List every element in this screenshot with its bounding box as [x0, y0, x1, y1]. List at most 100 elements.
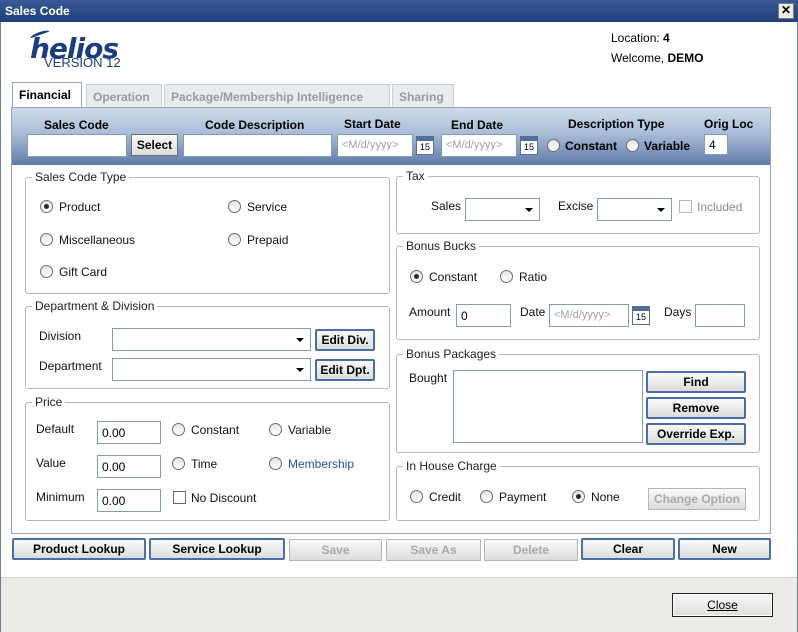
edit-division-button[interactable]: Edit Div. [315, 329, 375, 351]
bonus-amount-label: Amount [409, 305, 451, 319]
price-membership-label: Membership [288, 457, 355, 471]
start-date-input[interactable]: <M/d/yyyy> [337, 134, 413, 157]
change-option-button[interactable]: Change Option [648, 488, 746, 510]
bonus-days-label: Days [664, 305, 692, 319]
bonus-date-calendar-icon[interactable]: 15 [632, 306, 650, 325]
type-miscellaneous-label: Miscellaneous [59, 233, 136, 247]
bonus-packages-title: Bonus Packages [403, 347, 500, 361]
type-product-label: Product [59, 200, 101, 214]
find-button[interactable]: Find [646, 371, 746, 393]
title-bar: Sales Code ✕ [0, 0, 798, 22]
description-type-constant-label: Constant [565, 139, 617, 153]
department-division-title: Department & Division [32, 299, 158, 313]
close-button[interactable]: Close [672, 593, 773, 617]
charge-none-radio[interactable] [572, 490, 585, 503]
window-title: Sales Code [5, 4, 70, 18]
sales-code-input[interactable] [27, 134, 127, 157]
chevron-down-icon [657, 208, 665, 212]
bonus-ratio-radio[interactable] [500, 270, 513, 283]
end-date-input[interactable]: <M/d/yyyy> [441, 134, 517, 157]
description-type-constant-radio[interactable] [547, 139, 560, 152]
location-info: Location: 4 [611, 31, 670, 45]
service-lookup-button[interactable]: Service Lookup [149, 538, 285, 560]
save-button[interactable]: Save [289, 539, 382, 561]
override-expiration-button[interactable]: Override Exp. [646, 423, 746, 445]
edit-department-button[interactable]: Edit Dpt. [315, 359, 375, 381]
tab-operation[interactable]: Operation [86, 84, 162, 108]
price-default-input[interactable]: 0.00 [97, 421, 161, 444]
clear-button[interactable]: Clear [581, 538, 675, 560]
bonus-date-input[interactable]: <M/d/yyyy> [549, 304, 629, 327]
tax-included-checkbox[interactable] [679, 200, 692, 213]
type-gift-card-label: Gift Card [59, 265, 108, 279]
bonus-constant-label: Constant [429, 270, 478, 284]
start-date-calendar-icon[interactable]: 15 [416, 136, 434, 155]
logo-version: VERSION 12 [44, 55, 121, 70]
description-type-variable-label: Variable [644, 139, 691, 153]
charge-credit-label: Credit [429, 490, 462, 504]
delete-button[interactable]: Delete [484, 539, 578, 561]
location-value: 4 [663, 31, 670, 45]
welcome-user: DEMO [667, 51, 704, 65]
price-title: Price [32, 395, 66, 409]
bonus-constant-radio[interactable] [410, 270, 423, 283]
close-window-icon[interactable]: ✕ [778, 3, 794, 19]
type-miscellaneous-radio[interactable] [40, 233, 53, 246]
tax-sales-label: Sales [431, 199, 462, 213]
price-value-label: Value [36, 456, 66, 470]
type-service-radio[interactable] [228, 200, 241, 213]
type-prepaid-radio[interactable] [228, 233, 241, 246]
price-minimum-input[interactable]: 0.00 [97, 489, 161, 512]
welcome-info: Welcome, DEMO [611, 51, 703, 65]
charge-payment-radio[interactable] [480, 490, 493, 503]
department-dropdown[interactable] [112, 358, 311, 381]
bonus-days-input[interactable] [695, 304, 745, 327]
end-date-label: End Date [451, 118, 504, 132]
orig-loc-input[interactable]: 4 [704, 134, 728, 155]
tax-excise-dropdown[interactable] [597, 198, 672, 221]
division-dropdown[interactable] [112, 328, 311, 351]
remove-button[interactable]: Remove [646, 397, 746, 419]
tax-excise-label: Excise [558, 199, 594, 213]
save-as-button[interactable]: Save As [386, 539, 481, 561]
bonus-bucks-title: Bonus Bucks [403, 239, 480, 253]
type-product-radio[interactable] [40, 200, 53, 213]
select-button[interactable]: Select [131, 134, 178, 156]
price-constant-label: Constant [191, 423, 240, 437]
bonus-ratio-label: Ratio [519, 270, 548, 284]
tab-financial[interactable]: Financial [12, 82, 82, 109]
charge-none-label: None [591, 490, 620, 504]
bonus-amount-input[interactable]: 0 [456, 304, 511, 327]
price-time-label: Time [191, 457, 218, 471]
tax-title: Tax [403, 169, 428, 183]
description-type-variable-radio[interactable] [626, 139, 639, 152]
price-time-radio[interactable] [172, 457, 185, 470]
tax-sales-dropdown[interactable] [465, 198, 540, 221]
start-date-label: Start Date [344, 117, 401, 131]
code-description-input[interactable] [183, 134, 332, 157]
charge-credit-radio[interactable] [410, 490, 423, 503]
tab-sharing[interactable]: Sharing [392, 84, 454, 108]
no-discount-label: No Discount [191, 491, 257, 505]
type-service-label: Service [247, 200, 288, 214]
sales-code-label: Sales Code [44, 118, 109, 132]
description-type-label: Description Type [568, 117, 665, 131]
tab-package-membership[interactable]: Package/Membership Intelligence [164, 84, 390, 108]
end-date-calendar-icon[interactable]: 15 [520, 136, 538, 155]
no-discount-checkbox[interactable] [173, 491, 186, 504]
price-value-input[interactable]: 0.00 [97, 455, 161, 478]
chevron-down-icon [296, 338, 304, 342]
price-variable-radio[interactable] [269, 423, 282, 436]
bought-listbox[interactable] [453, 370, 643, 443]
price-minimum-label: Minimum [36, 490, 85, 504]
price-constant-radio[interactable] [172, 423, 185, 436]
welcome-label: Welcome, [611, 51, 665, 65]
new-button[interactable]: New [678, 538, 771, 560]
in-house-charge-title: In House Charge [403, 459, 500, 473]
price-membership-radio[interactable] [269, 457, 282, 470]
type-gift-card-radio[interactable] [40, 265, 53, 278]
charge-payment-label: Payment [499, 490, 547, 504]
product-lookup-button[interactable]: Product Lookup [12, 538, 146, 560]
bonus-date-label: Date [520, 305, 546, 319]
bonus-bought-label: Bought [409, 371, 448, 385]
